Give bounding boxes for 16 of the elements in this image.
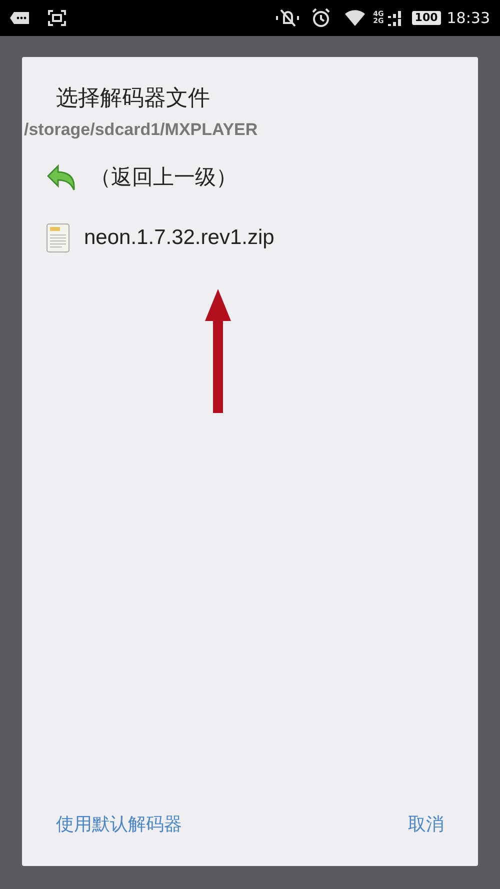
battery-level: 100 (412, 11, 441, 25)
screenshot-icon (48, 10, 66, 26)
document-icon (46, 223, 70, 253)
clock-time: 18:33 (446, 8, 490, 29)
dialog-title: 选择解码器文件 (56, 85, 211, 112)
alarm-icon (311, 8, 332, 28)
vibrate-off-icon (275, 8, 302, 28)
wifi-icon (345, 10, 366, 26)
file-name: neon.1.7.32.rev1.zip (84, 225, 274, 252)
message-icon (10, 11, 30, 25)
folder-path: /storage/sdcard1/MXPLAYER (24, 118, 259, 141)
file-list-item[interactable]: （返回上一级） (22, 148, 478, 208)
file-list-item[interactable]: neon.1.7.32.rev1.zip (22, 208, 478, 268)
file-name: （返回上一级） (90, 165, 237, 192)
back-arrow-icon (46, 164, 76, 192)
signal-icon (388, 10, 402, 26)
